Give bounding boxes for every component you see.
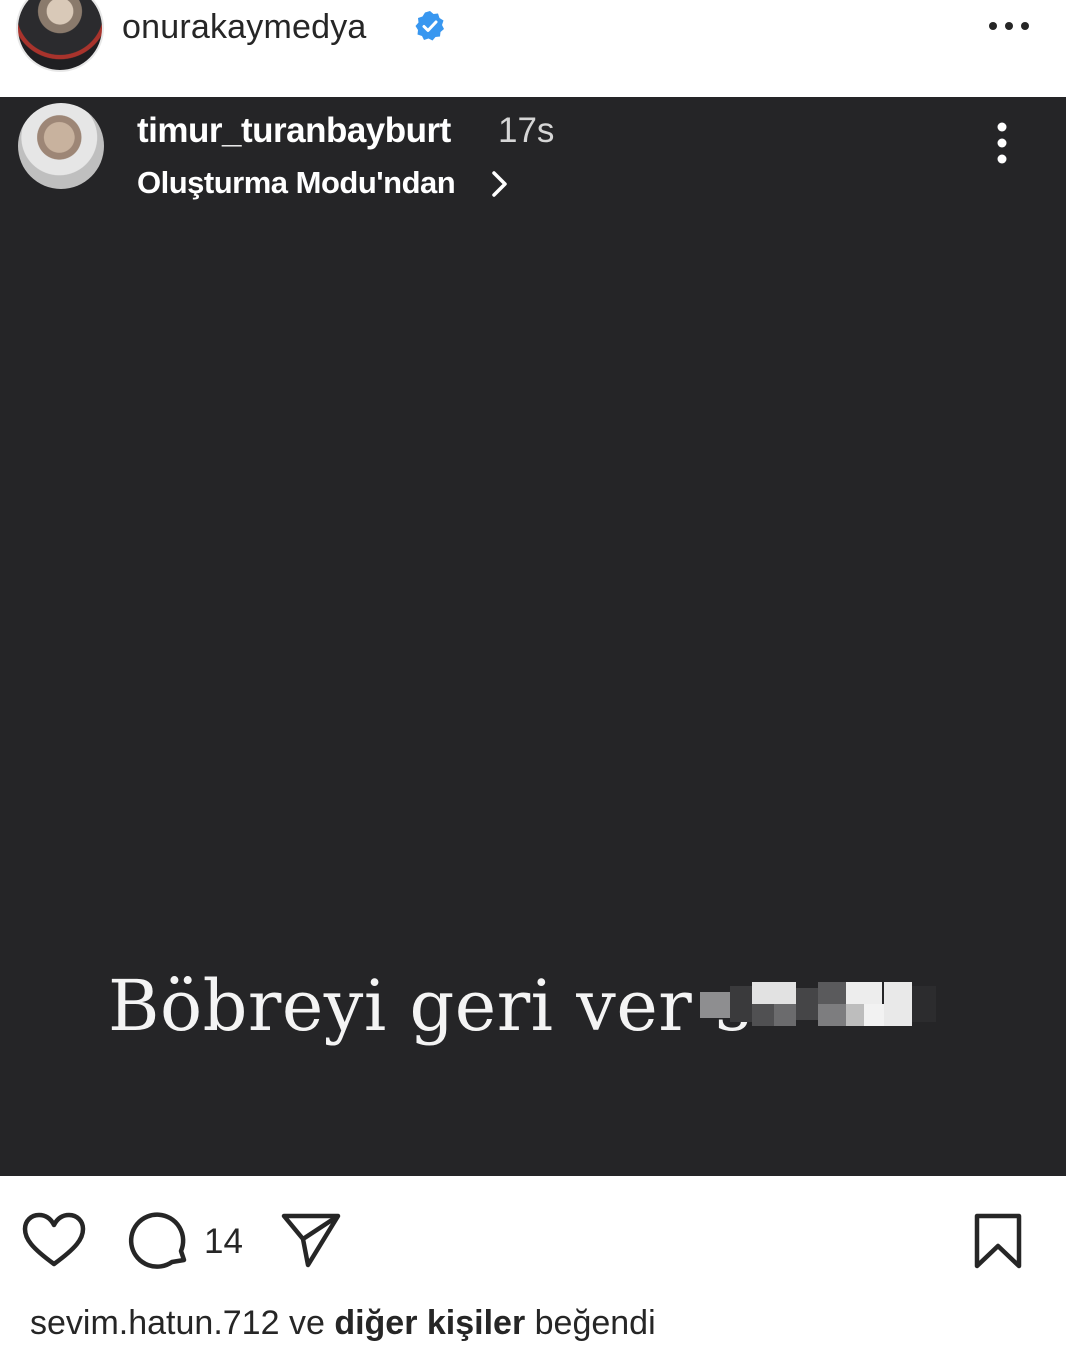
chevron-right-icon[interactable] (488, 169, 512, 199)
post-options-icon[interactable] (985, 12, 1033, 40)
story-timestamp: 17s (498, 111, 555, 150)
author-avatar[interactable] (16, 0, 104, 72)
likes-summary: sevim.hatun.712 ve diğer kişiler beğendi (30, 1304, 656, 1343)
story-caption: Böbreyi geri ver s (108, 965, 752, 1047)
share-icon[interactable] (280, 1212, 342, 1268)
verified-badge-icon (415, 11, 444, 41)
post-header: onurakaymedya (0, 0, 1080, 96)
bookmark-icon[interactable] (972, 1212, 1024, 1270)
likes-connector: ve (279, 1304, 335, 1342)
story-username[interactable]: timur_turanbayburt (137, 111, 451, 151)
author-username[interactable]: onurakaymedya (122, 8, 367, 47)
censored-word-pixelation (700, 982, 936, 1034)
comment-count[interactable]: 14 (204, 1222, 243, 1262)
story-author-avatar[interactable] (18, 103, 104, 189)
likes-suffix: beğendi (525, 1304, 656, 1342)
comment-icon[interactable] (128, 1210, 190, 1272)
story-frame[interactable]: timur_turanbayburt 17s Oluşturma Modu'nd… (0, 97, 1066, 1176)
story-source-label[interactable]: Oluşturma Modu'ndan (137, 165, 456, 201)
likes-others-link[interactable]: diğer kişiler (334, 1304, 525, 1342)
story-options-icon[interactable] (988, 119, 1016, 167)
heart-icon[interactable] (22, 1212, 86, 1268)
liker-username[interactable]: sevim.hatun.712 (30, 1304, 280, 1342)
post-actions-bar (0, 1176, 1080, 1296)
